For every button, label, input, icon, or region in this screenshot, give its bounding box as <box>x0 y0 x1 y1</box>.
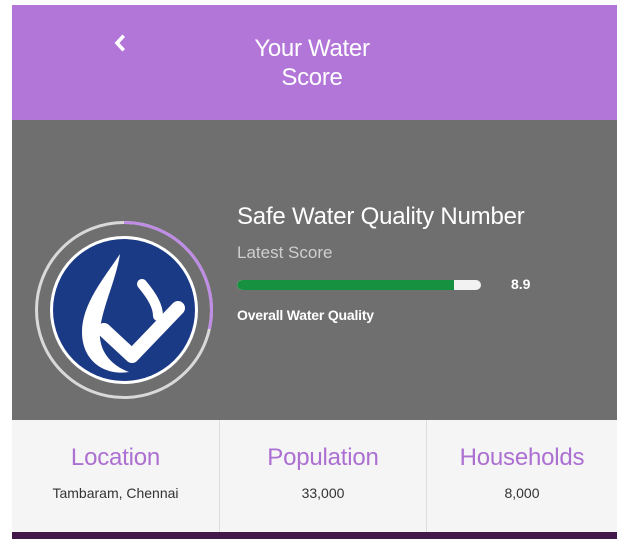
back-button[interactable] <box>108 31 132 55</box>
bottom-strip <box>12 532 617 539</box>
score-panel: Safe Water Quality Number Latest Score 8… <box>12 120 617 420</box>
stat-location-label: Location <box>70 444 161 471</box>
stat-population-value: 33,000 <box>301 485 345 501</box>
stat-households: Households 8,000 <box>427 420 617 532</box>
metric-name: Safe Water Quality Number <box>237 203 525 230</box>
water-drop-check-icon <box>35 221 213 399</box>
page-title-line-2: Score <box>281 64 343 91</box>
score-progress-fill <box>237 280 455 290</box>
latest-score-label: Latest Score <box>237 243 333 262</box>
score-progress-bar <box>237 280 481 290</box>
stat-location: Location Tambaram, Chennai <box>12 420 220 532</box>
page-title-line-1: Your Water <box>254 35 370 62</box>
app-frame: Your Water Score Safe Water Quality Numb… <box>12 5 617 539</box>
score-details: Safe Water Quality Number Latest Score 8… <box>237 202 607 324</box>
stats-row: Location Tambaram, Chennai Population 33… <box>12 420 617 532</box>
score-bar-row: 8.9 <box>237 274 607 294</box>
stat-households-label: Households <box>459 444 585 471</box>
page-title: Your Water Score <box>192 34 432 92</box>
chevron-left-icon <box>114 34 126 52</box>
score-value: 8.9 <box>511 276 531 292</box>
stat-population-label: Population <box>267 444 379 471</box>
overall-quality-label: Overall Water Quality <box>237 307 374 323</box>
stat-households-value: 8,000 <box>504 485 540 501</box>
water-score-badge <box>34 220 214 400</box>
stat-population: Population 33,000 <box>220 420 427 532</box>
stat-location-value: Tambaram, Chennai <box>52 485 179 501</box>
app-header: Your Water Score <box>12 5 617 120</box>
